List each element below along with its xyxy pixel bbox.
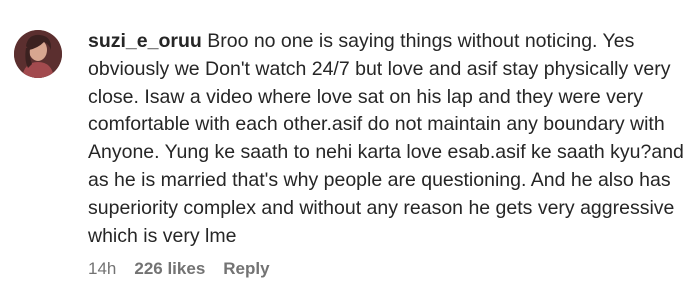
comment: suzi_e_oruu Broo no one is saying things… (0, 0, 691, 283)
comment-body: suzi_e_oruu Broo no one is saying things… (88, 28, 684, 250)
comment-time[interactable]: 14h (88, 259, 116, 279)
avatar-image-icon (14, 30, 62, 78)
comment-meta: 14h 226 likes Reply (88, 259, 270, 279)
avatar[interactable] (14, 30, 62, 78)
comment-likes[interactable]: 226 likes (134, 259, 205, 279)
comment-text: Broo no one is saying things without not… (88, 30, 684, 247)
comment-username[interactable]: suzi_e_oruu (88, 30, 202, 52)
reply-button[interactable]: Reply (223, 259, 269, 279)
